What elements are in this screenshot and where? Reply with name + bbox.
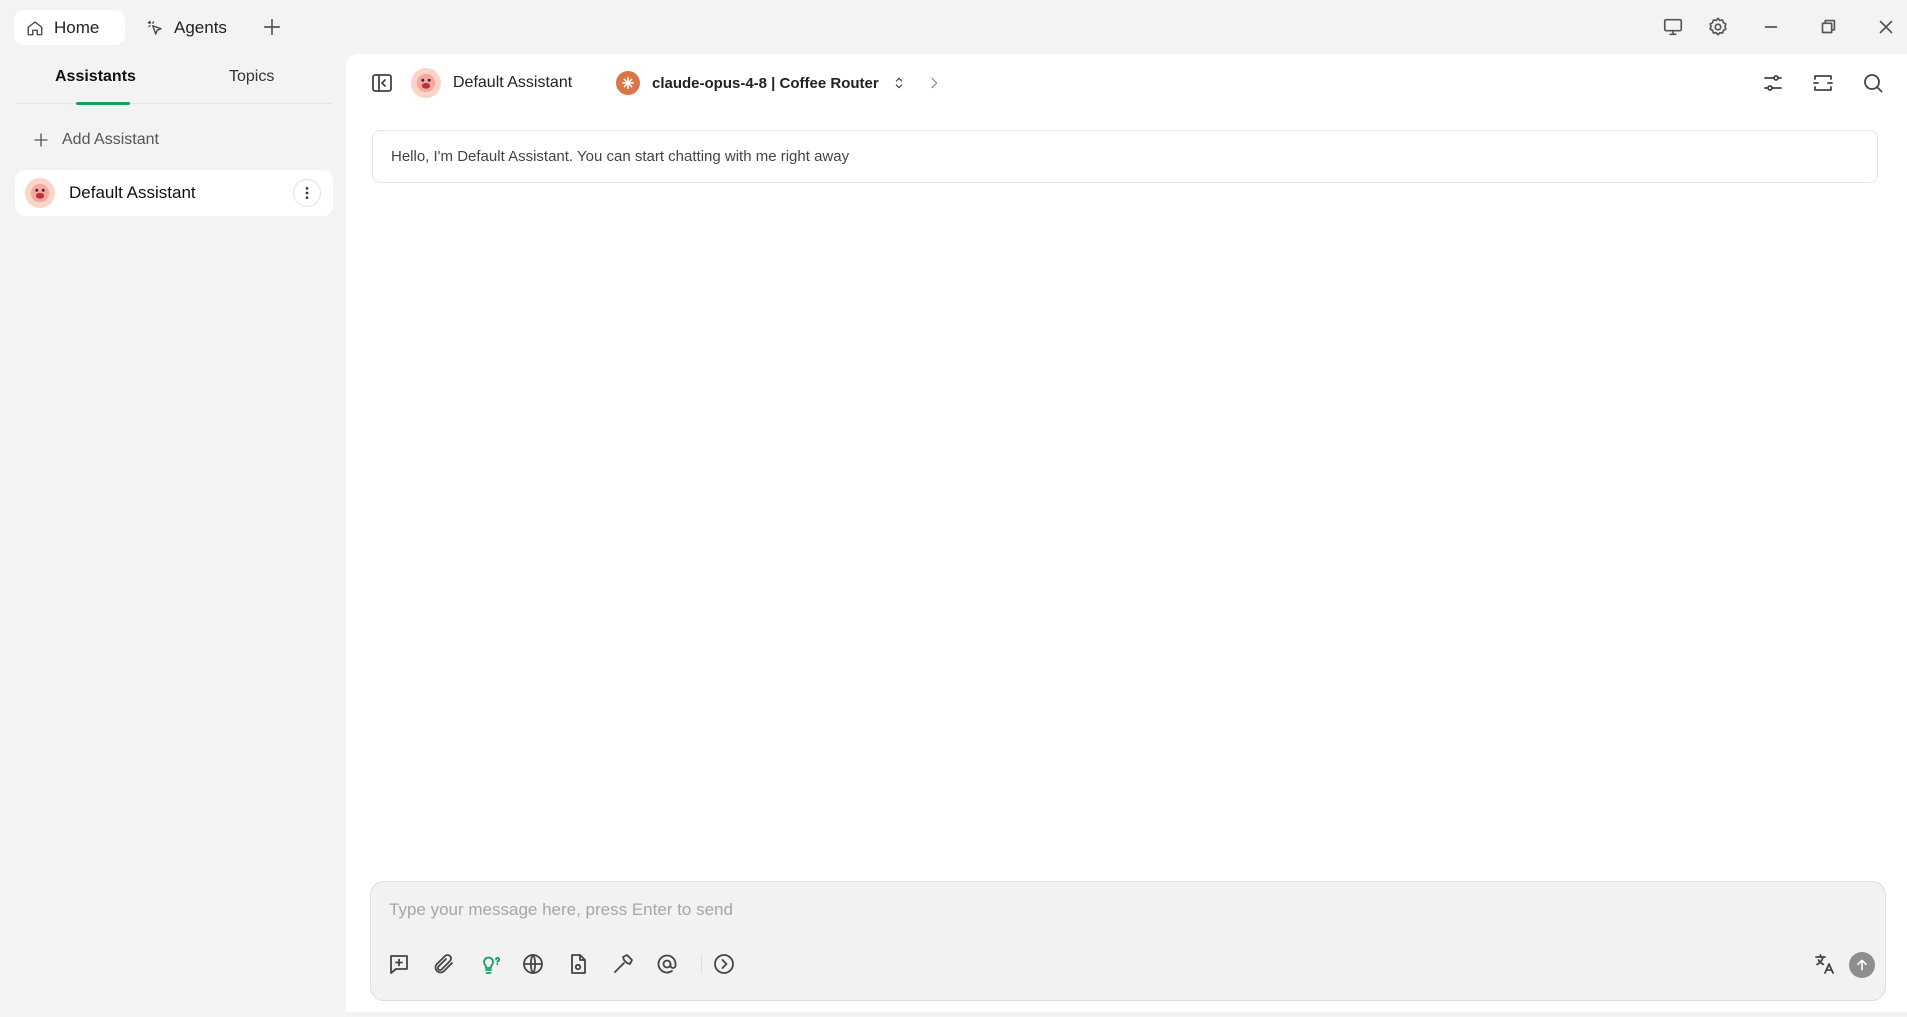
tab-home-label: Home [54,17,100,37]
model-label: claude-opus-4-8 | Coffee Router [652,74,879,92]
chat-panel: Default Assistant claude-opus-4-8 | Coff… [346,54,1907,1012]
sidebar: Assistants Topics Add Assistant Default … [0,54,346,1017]
active-tab-indicator [76,102,130,105]
close-icon[interactable] [1875,16,1897,38]
sparkle-pointer-icon [146,19,164,37]
toolbar-divider [701,954,702,974]
translate-icon[interactable] [1813,952,1837,976]
send-arrow-icon [1854,957,1870,973]
mention-icon[interactable] [655,952,679,976]
minimize-icon[interactable] [1760,16,1782,38]
thinking-bulb-icon[interactable] [477,952,501,976]
more-arrow-icon[interactable] [712,952,736,976]
restore-icon[interactable] [1817,16,1839,38]
chevron-up-down-icon [891,75,907,91]
new-tab-button[interactable] [261,16,283,38]
search-icon[interactable] [1861,71,1885,95]
welcome-message: Hello, I'm Default Assistant. You can st… [372,130,1878,183]
toggle-sidebar-icon[interactable] [370,71,394,95]
web-search-icon[interactable] [521,952,545,976]
knowledge-file-icon[interactable] [566,952,590,976]
message-input[interactable] [389,900,1859,940]
more-options-button[interactable] [293,179,321,207]
tab-assistants[interactable]: Assistants [55,68,136,86]
vertical-dots-icon [299,185,315,201]
attachment-icon[interactable] [432,952,456,976]
mcp-hammer-icon[interactable] [611,952,635,976]
welcome-text: Hello, I'm Default Assistant. You can st… [391,148,850,165]
expand-icon[interactable] [1811,71,1835,95]
chevron-right-icon [926,75,942,91]
gear-icon[interactable] [1707,16,1729,38]
send-button[interactable] [1849,952,1875,978]
title-bar: Home Agents [0,0,1907,54]
emoji-face-avatar [411,68,441,98]
tab-agents-label: Agents [174,17,227,37]
header-assistant-name: Default Assistant [453,74,573,91]
tab-topics[interactable]: Topics [229,68,274,86]
tab-agents[interactable]: Agents [134,10,239,45]
breadcrumb-assistant[interactable]: Default Assistant [411,68,572,98]
chat-header: Default Assistant claude-opus-4-8 | Coff… [346,54,1907,112]
new-topic-icon[interactable] [387,952,411,976]
add-assistant-label: Add Assistant [62,131,159,148]
claude-logo-icon [616,71,640,95]
home-icon [26,19,44,37]
assistant-name: Default Assistant [69,183,196,202]
add-assistant-button[interactable]: Add Assistant [32,126,159,154]
model-selector[interactable]: claude-opus-4-8 | Coffee Router [616,68,907,98]
assistant-item-default[interactable]: Default Assistant [15,170,333,216]
monitor-icon[interactable] [1662,16,1684,38]
emoji-face-avatar [25,178,55,208]
sidebar-tabs: Assistants Topics [16,54,331,105]
plus-icon [32,131,50,149]
message-composer [370,881,1886,1001]
tab-home[interactable]: Home [14,10,125,45]
settings-sliders-icon[interactable] [1761,71,1785,95]
